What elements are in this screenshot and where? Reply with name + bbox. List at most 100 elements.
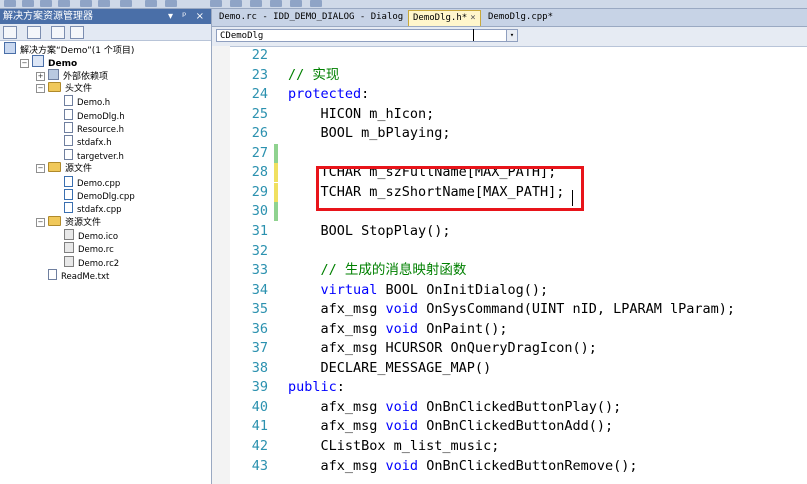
tree-item-label: Resource.h [77,125,125,136]
expand-icon[interactable]: + [36,71,45,81]
view-class-diagram-icon[interactable] [70,26,84,39]
toolbar-button-icon[interactable] [40,0,52,7]
tree-item[interactable]: + 外部依赖项 [36,68,108,82]
tree-item[interactable]: stdafx.h [52,135,111,148]
toolbar-button-icon[interactable] [80,0,92,7]
keyword-token: protected [288,86,362,103]
code-text: HICON m_hIcon; [288,105,435,124]
text-file-icon [48,268,57,280]
tree-item[interactable]: DemoDlg.cpp [52,188,135,202]
code-line: 42 CListBox m_list_music; [212,437,807,456]
code-text: afx_msg void OnBnClickedButtonRemove(); [288,457,638,476]
toolbar-button-icon[interactable] [210,0,222,7]
collapse-icon[interactable]: − [36,84,45,94]
code-line: 39 public: [212,378,807,397]
line-number: 42 [251,438,268,454]
tree-item[interactable]: − 源文件 [36,162,92,175]
tree-item-label: Demo.rc [78,245,114,256]
toolbar-button-icon[interactable] [165,0,177,7]
toolbar-button-icon[interactable] [310,0,322,7]
tree-item[interactable]: stdafx.cpp [52,202,122,215]
tree-item-label: ReadMe.txt [61,271,110,282]
line-number: 23 [251,66,268,83]
comment-token: // 生成的消息映射函数 [320,262,467,279]
line-number: 26 [251,125,268,142]
tree-item[interactable]: Demo.cpp [52,175,120,189]
toolbar-button-icon[interactable] [290,0,302,7]
tree-item-label: DemoDlg.h [77,111,125,122]
chevron-down-icon[interactable]: ▾ [506,30,517,41]
solution-icon [4,42,16,54]
tab-label: DemoDlg.h* [413,13,468,23]
collapse-icon[interactable]: − [20,59,29,69]
tree-item-label: 头文件 [65,84,93,95]
toolbar-button-icon[interactable] [250,0,262,7]
tree-item[interactable]: Resource.h [52,122,124,135]
tree-item-label: targetver.h [77,151,124,162]
tree-item[interactable]: Demo.rc2 [52,255,119,269]
toolbar-button-icon[interactable] [98,0,110,7]
mouse-ibeam-cursor [473,29,476,41]
resource-file-icon [64,255,74,267]
code-token: OnBnClickedButtonRemove(); [418,457,638,474]
panel-controls[interactable]: ▾ ᵖ × [168,9,207,24]
code-token: BOOL m_bPlaying; [288,125,451,142]
collapse-icon[interactable]: − [36,164,45,174]
code-text-area[interactable]: 22 23// 实现 24 protected: 25 HICON m_hIcon; 26… [212,46,807,484]
tab-demodlg-cpp[interactable]: DemoDlg.cpp* [484,10,557,25]
line-number: 30 [251,203,268,220]
tree-item[interactable]: targetver.h [52,148,124,162]
header-file-icon [64,122,73,134]
code-text: afx_msg void OnSysCommand(UINT nID, LPAR… [288,300,736,319]
close-icon[interactable]: × [470,13,475,23]
code-text: afx_msg HCURSOR OnQueryDragIcon(); [288,339,597,358]
line-number: 43 [251,457,268,474]
tree-item[interactable]: − 头文件 [36,82,92,95]
toolbar-button-icon[interactable] [230,0,242,7]
refresh-icon[interactable] [51,26,65,39]
code-token: BOOL StopPlay(); [288,222,451,239]
keyword-token: void [385,457,419,474]
toolbar-button-icon[interactable] [22,0,34,7]
tab-demodlg-h[interactable]: DemoDlg.h* × [408,10,481,26]
properties-icon[interactable] [3,26,17,39]
line-number: 35 [251,301,268,318]
code-line: 22 [212,46,807,65]
tab-demo-rc-idd-demo-dialog-dialog[interactable]: Demo.rc - IDD_DEMO_DIALOG - Dialog [215,10,407,25]
highlight-box [316,166,584,211]
line-number: 34 [251,281,268,298]
code-token: DECLARE_MESSAGE_MAP() [288,359,492,376]
tree-item[interactable]: ReadMe.txt [36,268,110,282]
folder-icon [48,82,61,93]
toolbar-button-icon[interactable] [4,0,16,7]
solution-explorer-panel: 解决方案资源管理器 ▾ ᵖ × 解决方案“Demo”(1 个项目) − Demo + 外… [0,9,212,484]
tree-item[interactable]: Demo.rc [52,242,114,255]
tree-item[interactable]: Demo.ico [52,228,118,242]
toolbar-button-icon[interactable] [145,0,157,7]
tree-item[interactable]: − 资源文件 [36,215,101,229]
code-line: 37 afx_msg HCURSOR OnQueryDragIcon(); [212,339,807,358]
code-text: protected: [288,85,369,104]
code-editor: Demo.rc - IDD_DEMO_DIALOG - Dialog DemoDl… [212,9,807,484]
tree-item[interactable]: Demo.h [52,95,110,108]
show-all-files-icon[interactable] [27,26,41,39]
header-file-icon [64,108,73,120]
tree-item[interactable]: DemoDlg.h [52,108,125,122]
class-dropdown[interactable]: CDemoDlg ▾ [216,29,518,42]
line-number: 28 [251,164,268,181]
code-text: DECLARE_MESSAGE_MAP() [288,359,492,378]
toolbar-button-icon[interactable] [120,0,132,7]
line-number: 39 [251,379,268,396]
tab-label: DemoDlg.cpp* [488,12,554,22]
code-token: BOOL OnInitDialog(); [377,281,549,298]
tree-item[interactable]: − Demo [20,55,77,69]
tree-item[interactable]: 解决方案“Demo”(1 个项目) [4,42,134,56]
toolbar-button-icon[interactable] [58,0,70,7]
collapse-icon[interactable]: − [36,217,45,227]
code-line: 36 afx_msg void OnPaint(); [212,320,807,339]
change-indicator [274,163,278,183]
toolbar-button-icon[interactable] [270,0,282,7]
solution-explorer-title: 解决方案资源管理器 [3,11,93,22]
code-text: afx_msg void OnBnClickedButtonPlay(); [288,398,622,417]
